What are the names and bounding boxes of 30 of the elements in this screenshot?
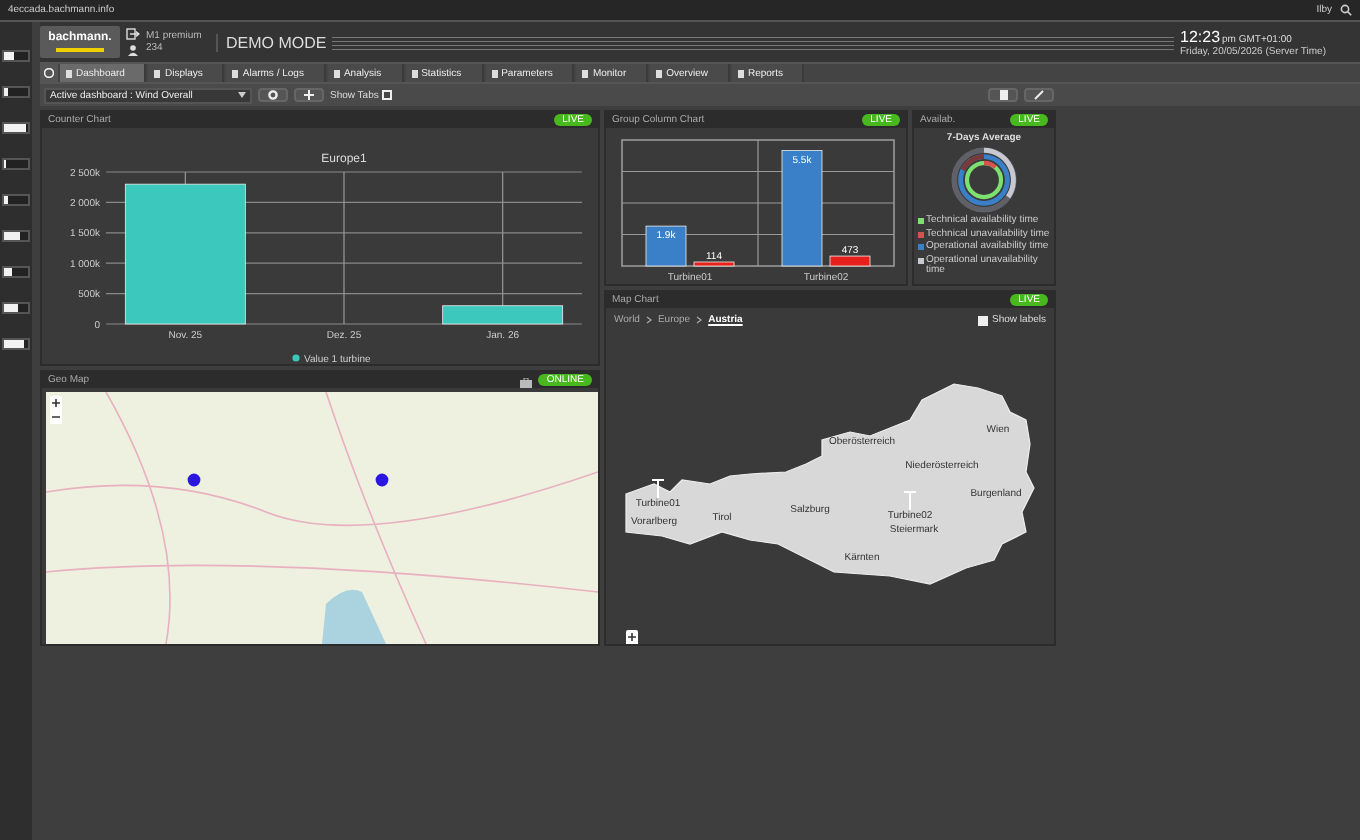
- tab-icon: [656, 69, 663, 77]
- mode-title: DEMO MODE: [216, 33, 327, 51]
- plus-icon: [304, 90, 314, 100]
- location-pin[interactable]: [375, 473, 389, 487]
- caret-icon: [238, 92, 246, 98]
- logout-icon[interactable]: [126, 28, 140, 40]
- settings-button[interactable]: [258, 88, 288, 102]
- austria-map-drawing[interactable]: [625, 383, 1035, 585]
- search-icon[interactable]: [1340, 4, 1352, 16]
- tab-icon: [411, 69, 418, 77]
- tab-icon: [154, 69, 161, 77]
- tab-icon: [737, 69, 744, 77]
- edit-button[interactable]: [1024, 88, 1054, 102]
- donut-chart-drawing: [950, 146, 1018, 214]
- pencil-icon: [1034, 90, 1044, 100]
- location-pin[interactable]: [187, 473, 201, 487]
- chevron-icon: [645, 316, 652, 324]
- chevron-icon: [696, 316, 703, 324]
- tab-icon: [491, 69, 498, 77]
- tab-icon: [582, 69, 589, 77]
- zoom-control[interactable]: [50, 396, 62, 424]
- clock-time: 12:23: [1180, 27, 1221, 45]
- add-button[interactable]: [294, 88, 324, 102]
- tab-icon: [66, 69, 72, 77]
- tab-icon: [333, 69, 340, 77]
- copy-button[interactable]: [988, 88, 1018, 102]
- sea-area: [322, 589, 386, 644]
- document-icon: [999, 90, 1007, 100]
- tab-icon: [232, 69, 239, 77]
- user-icon[interactable]: [126, 44, 140, 56]
